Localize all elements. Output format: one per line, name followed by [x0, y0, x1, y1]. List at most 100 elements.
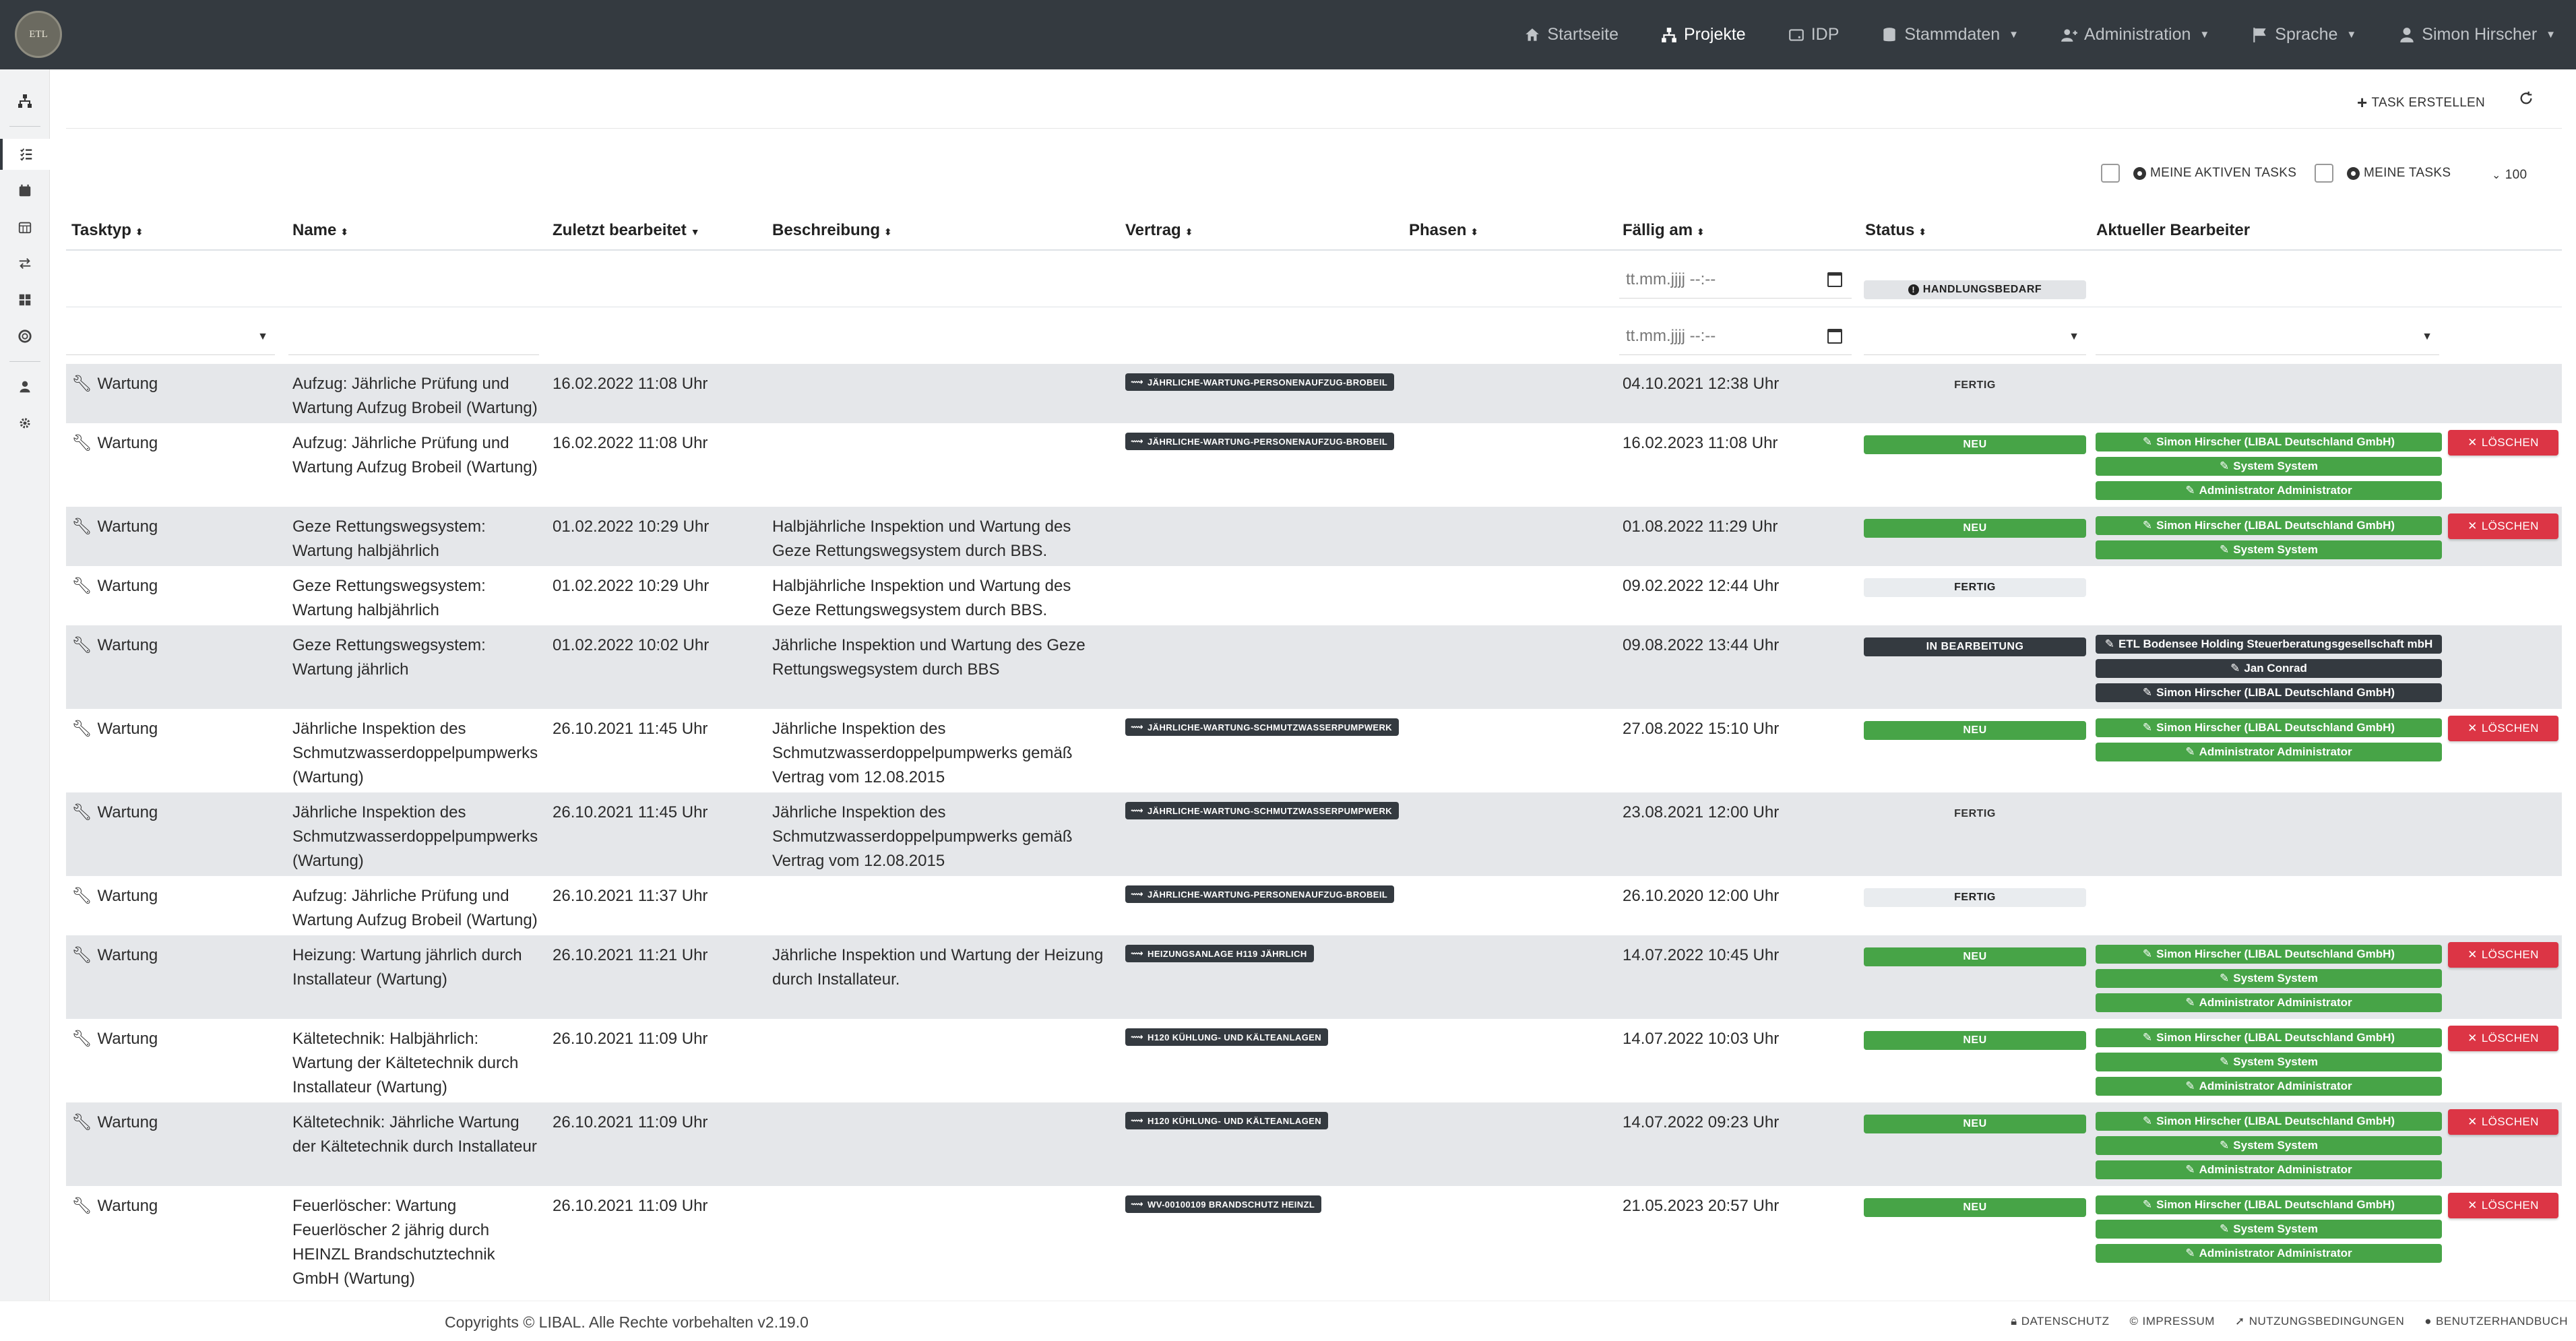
handlungsbedarf-badge[interactable]: ! HANDLUNGSBEDARF — [1864, 280, 2086, 299]
delete-button[interactable]: ✕ LÖSCHEN — [2448, 1026, 2558, 1051]
faellig-from-input[interactable]: tt.mm.jjjj --:-- — [1619, 261, 1852, 299]
editor-badge[interactable]: ✎ Simon Hirscher (LIBAL Deutschland GmbH) — [2096, 683, 2442, 702]
vertrag-badge[interactable]: ⟿ H120 KÜHLUNG- UND KÄLTEANLAGEN — [1125, 1028, 1329, 1046]
table-row[interactable]: 🔧︎ Wartung Jährliche Inspektion des Schmutz… — [66, 792, 2562, 876]
name-cell[interactable]: Kältetechnik: Halbjährlich: Wartung der K… — [292, 1027, 548, 1100]
footer-nutzung-link[interactable]: ➚ NUTZUNGSBEDINGUNGEN — [2235, 1315, 2404, 1328]
sidebar-settings-icon[interactable] — [0, 408, 50, 439]
editor-badge[interactable]: ✎ Simon Hirscher (LIBAL Deutschland GmbH) — [2096, 1028, 2442, 1047]
name-cell[interactable]: Kältetechnik: Jährliche Wartung der Kälte… — [292, 1111, 548, 1159]
editor-badge[interactable]: ✎ Simon Hirscher (LIBAL Deutschland GmbH) — [2096, 433, 2442, 451]
col-header-name[interactable]: Name ⬍ — [292, 221, 348, 240]
company-logo[interactable]: ETL — [15, 11, 62, 58]
col-header-faellig[interactable]: Fällig am ⬍ — [1623, 221, 1705, 240]
nav-user-menu[interactable]: Simon Hirscher ▼ — [2398, 25, 2556, 44]
editor-badge[interactable]: ✎ Jan Conrad — [2096, 659, 2442, 678]
sidebar-help-icon[interactable] — [0, 321, 50, 352]
vertrag-badge[interactable]: ⟿ WV-00100109 BRANDSCHUTZ HEINZL — [1125, 1195, 1322, 1213]
nav-administration[interactable]: Administration ▼ — [2061, 25, 2209, 44]
sidebar-dashboard-icon[interactable] — [0, 284, 50, 315]
col-header-status[interactable]: Status ⬍ — [1865, 221, 1926, 240]
name-cell[interactable]: Jährliche Inspektion des Schmutzwasserdop… — [292, 801, 548, 873]
table-row[interactable]: 🔧︎ Wartung Heizung: Wartung jährlich durch… — [66, 935, 2562, 1019]
editor-badge[interactable]: ✎ Simon Hirscher (LIBAL Deutschland GmbH) — [2096, 516, 2442, 535]
name-cell[interactable]: Geze Rettungswegsystem: Wartung halbjährl… — [292, 574, 548, 623]
editor-badge[interactable]: ✎ System System — [2096, 1053, 2442, 1071]
delete-button[interactable]: ✕ LÖSCHEN — [2448, 513, 2558, 539]
editor-badge[interactable]: ✎ Administrator Administrator — [2096, 481, 2442, 500]
sidebar-projects-icon[interactable] — [0, 86, 50, 117]
name-cell[interactable]: Heizung: Wartung jährlich durch Installat… — [292, 943, 548, 992]
vertrag-badge[interactable]: ⟿ JÄHRLICHE-WARTUNG-PERSONENAUFZUG-BROBEI… — [1125, 373, 1395, 391]
delete-button[interactable]: ✕ LÖSCHEN — [2448, 1109, 2558, 1135]
vertrag-badge[interactable]: ⟿ HEIZUNGSANLAGE H119 JÄHRLICH — [1125, 945, 1314, 962]
tasktyp-filter-select[interactable]: ▼ — [66, 317, 275, 355]
footer-impressum-link[interactable]: © IMPRESSUM — [2129, 1315, 2215, 1328]
name-cell[interactable]: Geze Rettungswegsystem: Wartung jährlich — [292, 633, 548, 682]
delete-button[interactable]: ✕ LÖSCHEN — [2448, 716, 2558, 741]
my-active-tasks-checkbox[interactable] — [2101, 164, 2120, 183]
col-header-zuletzt[interactable]: Zuletzt bearbeitet ▼ — [553, 221, 700, 240]
footer-datenschutz-link[interactable]: 🔒︎ DATENSCHUTZ — [2011, 1315, 2109, 1328]
nav-stammdaten[interactable]: Stammdaten ▼ — [1881, 25, 2019, 44]
table-row[interactable]: 🔧︎ Wartung Jährliche Inspektion des Schmutz… — [66, 709, 2562, 792]
editor-badge[interactable]: ✎ Administrator Administrator — [2096, 1160, 2442, 1179]
editor-badge[interactable]: ✎ Administrator Administrator — [2096, 1244, 2442, 1263]
name-cell[interactable]: Aufzug: Jährliche Prüfung und Wartung Auf… — [292, 431, 548, 480]
my-tasks-checkbox[interactable] — [2315, 164, 2333, 183]
delete-button[interactable]: ✕ LÖSCHEN — [2448, 430, 2558, 456]
table-row[interactable]: 🔧︎ Wartung Feuerlöscher: Wartung Feuerlösch… — [66, 1186, 2562, 1292]
nav-startseite[interactable]: Startseite — [1523, 25, 1619, 44]
delete-button[interactable]: ✕ LÖSCHEN — [2448, 942, 2558, 968]
col-header-phasen[interactable]: Phasen ⬍ — [1409, 221, 1478, 240]
page-size-select[interactable]: ⌄ 100 — [2492, 168, 2527, 183]
table-row[interactable]: 🔧︎ Wartung Aufzug: Jährliche Prüfung und Wa… — [66, 423, 2562, 507]
editor-badge[interactable]: ✎ System System — [2096, 1136, 2442, 1155]
vertrag-badge[interactable]: ⟿ JÄHRLICHE-WARTUNG-SCHMUTZWASSERPUMPWERK — [1125, 718, 1400, 736]
sidebar-transfer-icon[interactable] — [0, 248, 50, 279]
vertrag-badge[interactable]: ⟿ JÄHRLICHE-WARTUNG-PERSONENAUFZUG-BROBEI… — [1125, 885, 1395, 903]
table-row[interactable]: 🔧︎ Wartung Geze Rettungswegsystem: Wartung … — [66, 507, 2562, 566]
name-cell[interactable]: Aufzug: Jährliche Prüfung und Wartung Auf… — [292, 884, 548, 933]
col-header-beschreibung[interactable]: Beschreibung ⬍ — [772, 221, 892, 240]
vertrag-badge[interactable]: ⟿ H120 KÜHLUNG- UND KÄLTEANLAGEN — [1125, 1112, 1329, 1129]
my-tasks-filter[interactable]: MEINE TASKS — [2315, 164, 2451, 183]
table-row[interactable]: 🔧︎ Wartung Kältetechnik: Jährliche Wartung… — [66, 1102, 2562, 1186]
col-header-vertrag[interactable]: Vertrag ⬍ — [1125, 221, 1193, 240]
sidebar-user-icon[interactable] — [0, 371, 50, 402]
col-header-tasktyp[interactable]: Tasktyp ⬍ — [71, 221, 144, 240]
editor-badge[interactable]: ✎ Administrator Administrator — [2096, 743, 2442, 761]
refresh-button[interactable] — [2519, 91, 2534, 106]
status-filter-select[interactable]: ▼ — [1864, 317, 2086, 355]
nav-idp[interactable]: IDP — [1788, 25, 1839, 44]
create-task-button[interactable]: + TASK ERSTELLEN — [2357, 92, 2485, 113]
table-row[interactable]: 🔧︎ Wartung Aufzug: Jährliche Prüfung und Wa… — [66, 364, 2562, 423]
nav-sprache[interactable]: Sprache ▼ — [2251, 25, 2356, 44]
sidebar-schedule-icon[interactable] — [0, 212, 50, 243]
editor-badge[interactable]: ✎ Administrator Administrator — [2096, 1077, 2442, 1096]
name-filter-input[interactable] — [288, 317, 539, 355]
editor-badge[interactable]: ✎ System System — [2096, 457, 2442, 476]
vertrag-badge[interactable]: ⟿ JÄHRLICHE-WARTUNG-SCHMUTZWASSERPUMPWERK — [1125, 802, 1400, 819]
delete-button[interactable]: ✕ LÖSCHEN — [2448, 1193, 2558, 1218]
editor-badge[interactable]: ✎ Simon Hirscher (LIBAL Deutschland GmbH) — [2096, 1112, 2442, 1131]
name-cell[interactable]: Geze Rettungswegsystem: Wartung halbjährl… — [292, 515, 548, 563]
editor-badge[interactable]: ✎ System System — [2096, 540, 2442, 559]
editor-badge[interactable]: ✎ ETL Bodensee Holding Steuerberatungsges… — [2096, 635, 2442, 654]
footer-handbuch-link[interactable]: ● BENUTZERHANDBUCH — [2424, 1315, 2568, 1328]
table-row[interactable]: 🔧︎ Wartung Aufzug: Jährliche Prüfung und Wa… — [66, 876, 2562, 935]
my-active-tasks-filter[interactable]: MEINE AKTIVEN TASKS — [2101, 164, 2296, 183]
editor-badge[interactable]: ✎ System System — [2096, 969, 2442, 988]
editor-badge[interactable]: ✎ System System — [2096, 1220, 2442, 1239]
editor-badge[interactable]: ✎ Simon Hirscher (LIBAL Deutschland GmbH) — [2096, 1195, 2442, 1214]
sidebar-tasks-icon[interactable] — [0, 139, 50, 170]
editor-badge[interactable]: ✎ Simon Hirscher (LIBAL Deutschland GmbH) — [2096, 718, 2442, 737]
table-row[interactable]: 🔧︎ Wartung Kältetechnik: Halbjährlich: Wart… — [66, 1019, 2562, 1102]
name-cell[interactable]: Aufzug: Jährliche Prüfung und Wartung Auf… — [292, 372, 548, 420]
editor-badge[interactable]: ✎ Administrator Administrator — [2096, 993, 2442, 1012]
table-row[interactable]: 🔧︎ Wartung Geze Rettungswegsystem: Wartung … — [66, 625, 2562, 709]
name-cell[interactable]: Jährliche Inspektion des Schmutzwasserdop… — [292, 717, 548, 790]
vertrag-badge[interactable]: ⟿ JÄHRLICHE-WARTUNG-PERSONENAUFZUG-BROBEI… — [1125, 433, 1395, 450]
table-row[interactable]: 🔧︎ Wartung Geze Rettungswegsystem: Wartung … — [66, 566, 2562, 625]
editor-badge[interactable]: ✎ Simon Hirscher (LIBAL Deutschland GmbH) — [2096, 945, 2442, 964]
